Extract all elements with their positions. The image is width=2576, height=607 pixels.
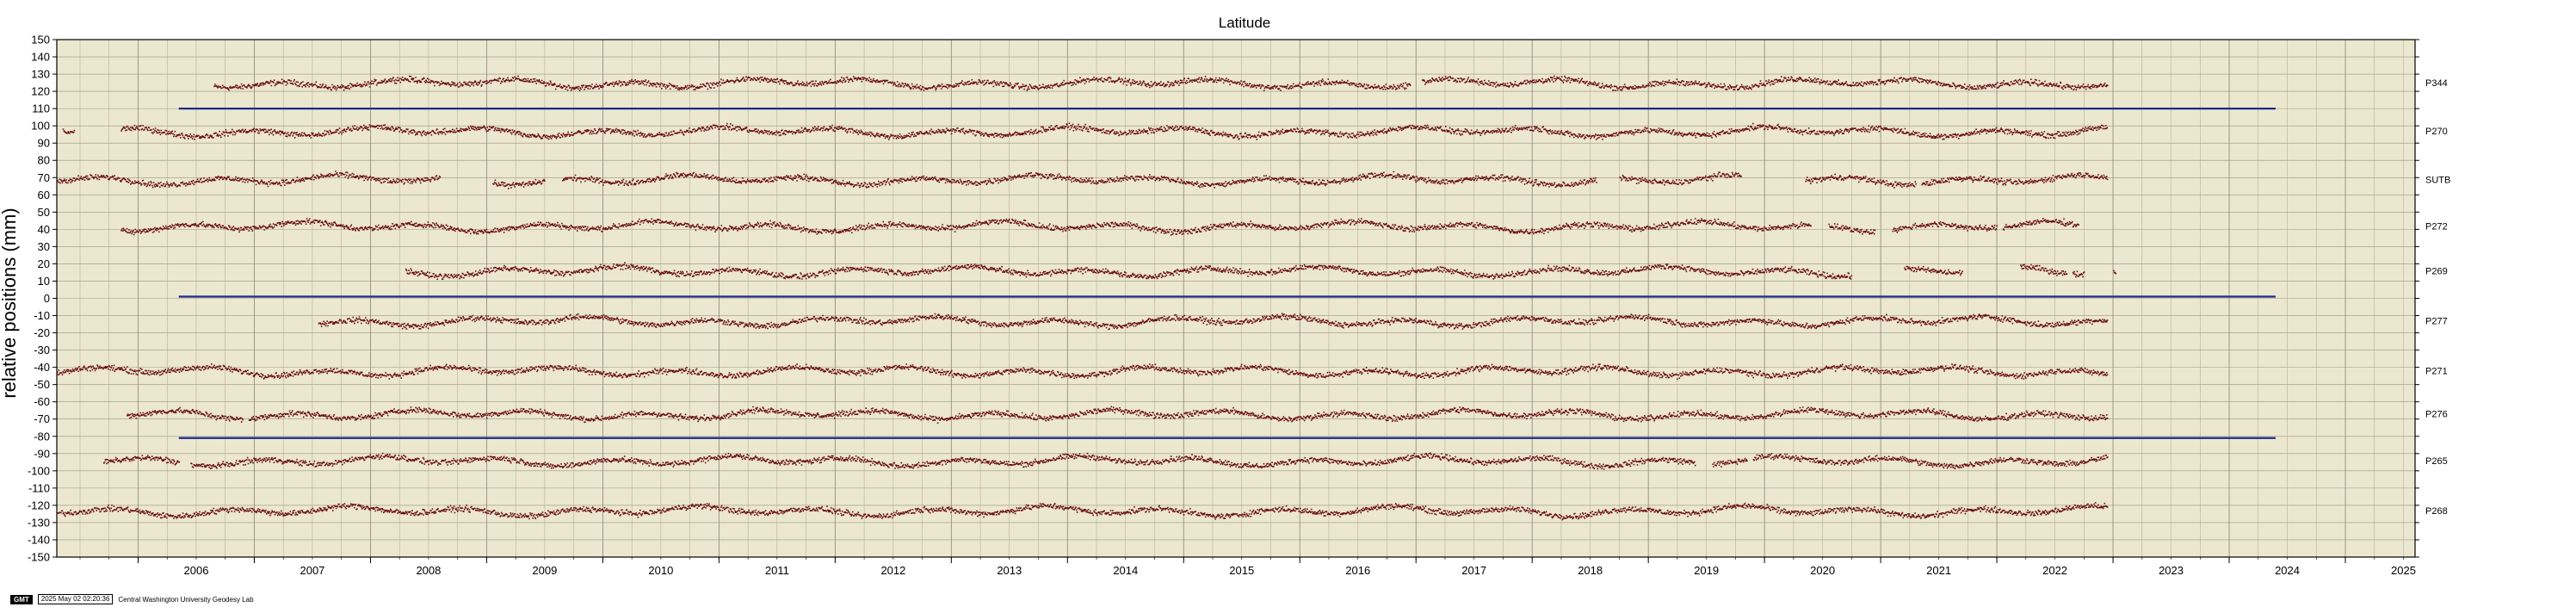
y-tick-label: -10 — [34, 309, 50, 322]
station-label-SUTB: SUTB — [2425, 175, 2450, 185]
x-tick-label: 2024 — [2275, 564, 2300, 577]
y-tick-label: 110 — [32, 102, 50, 115]
y-tick-label: -70 — [34, 412, 50, 425]
y-tick-label: 130 — [31, 68, 50, 81]
y-tick-label: -30 — [34, 344, 50, 356]
y-tick-label: -20 — [34, 326, 50, 339]
station-label-P269: P269 — [2425, 266, 2448, 276]
x-tick-label: 2014 — [1113, 564, 1138, 577]
x-tick-label: 2007 — [300, 564, 324, 577]
x-tick-label: 2022 — [2042, 564, 2067, 577]
footer-timestamp: 2025 May 02 02:20:36 — [37, 594, 114, 604]
station-label-P265: P265 — [2425, 456, 2448, 467]
x-tick-label: 2012 — [880, 564, 905, 577]
y-tick-label: 40 — [38, 223, 50, 236]
x-tick-label: 2021 — [1926, 564, 1951, 577]
y-tick-label: -60 — [34, 395, 50, 408]
y-tick-label: -120 — [28, 499, 50, 511]
y-tick-label: 0 — [44, 292, 50, 305]
y-tick-label: 50 — [38, 206, 50, 219]
x-tick-label: 2025 — [2391, 564, 2416, 577]
x-tick-label: 2016 — [1345, 564, 1370, 577]
x-tick-label: 2015 — [1229, 564, 1254, 577]
station-label-P271: P271 — [2425, 367, 2448, 377]
station-label-P344: P344 — [2425, 78, 2448, 89]
y-tick-label: -110 — [28, 481, 50, 494]
y-tick-label: 70 — [38, 171, 50, 184]
station-label-P277: P277 — [2425, 317, 2448, 327]
y-tick-label: 140 — [31, 51, 50, 64]
x-tick-label: 2008 — [416, 564, 441, 577]
chart: Latitude -150-140-130-120-110-100-90-80-… — [0, 15, 2450, 577]
y-tick-label: -50 — [34, 378, 50, 391]
y-tick-label: 30 — [38, 240, 50, 253]
x-tick-label: 2020 — [1810, 564, 1835, 577]
chart-title: Latitude — [1219, 15, 1271, 31]
x-tick-label: 2017 — [1461, 564, 1486, 577]
y-tick-label: 100 — [31, 120, 50, 133]
y-tick-label: 150 — [31, 34, 50, 46]
x-tick-label: 2011 — [765, 564, 789, 577]
x-tick-label: 2018 — [1578, 564, 1603, 577]
station-labels: P344 P270 SUTB P272 P269 P277 P271 P276 P265 P268 — [2425, 78, 2450, 517]
y-tick-label: -150 — [28, 551, 50, 564]
y-tick-label: -40 — [34, 361, 50, 374]
y-tick-label: 80 — [38, 154, 50, 167]
gmt-logo: GMT — [10, 594, 33, 604]
y-tick-label: -80 — [34, 430, 50, 443]
y-tick-label: -100 — [28, 464, 50, 477]
y-tick-label: -130 — [28, 516, 50, 529]
y-tick-label: 60 — [38, 189, 50, 201]
y-tick-label: 90 — [38, 137, 50, 150]
station-label-P272: P272 — [2425, 221, 2448, 232]
station-label-P276: P276 — [2425, 410, 2448, 420]
y-tick-label: -90 — [34, 447, 50, 460]
x-axis-ticks: 2006 2007 2008 2009 2010 2011 2012 2013 2014 2015… — [79, 557, 2416, 577]
x-tick-label: 2019 — [1694, 564, 1719, 577]
x-tick-label: 2023 — [2159, 564, 2184, 577]
y-axis-label: relative positions (mm) — [0, 207, 20, 398]
y-tick-label: 120 — [31, 85, 50, 98]
station-label-P268: P268 — [2425, 506, 2448, 517]
y-tick-label: -140 — [28, 533, 50, 546]
x-tick-label: 2009 — [532, 564, 557, 577]
station-label-P270: P270 — [2425, 127, 2448, 137]
y-tick-label: 10 — [38, 275, 50, 288]
x-tick-label: 2010 — [648, 564, 673, 577]
footer-org: Central Washington University Geodesy La… — [118, 595, 254, 604]
x-tick-label: 2006 — [184, 564, 209, 577]
x-tick-label: 2013 — [997, 564, 1022, 577]
footer: GMT 2025 May 02 02:20:36 Central Washing… — [10, 594, 254, 604]
y-tick-label: 20 — [38, 257, 50, 270]
